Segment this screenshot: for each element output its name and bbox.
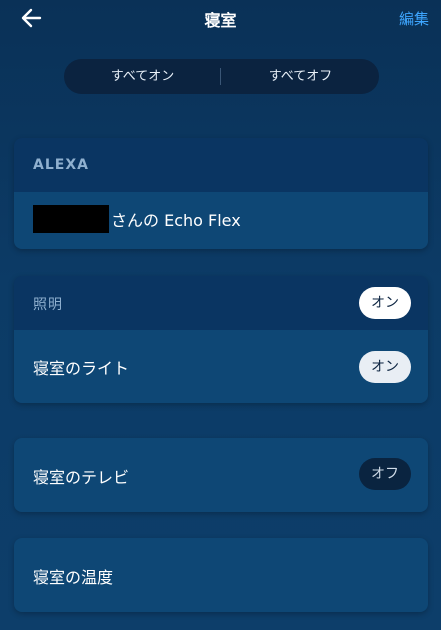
tv-card: 寝室のテレビ オフ <box>14 438 428 512</box>
temperature-card: 寝室の温度 <box>14 538 428 612</box>
redacted-owner-name <box>33 205 109 233</box>
alexa-section-header: ALEXA <box>14 138 428 192</box>
header-bar: 寝室 編集 <box>0 0 441 36</box>
edit-button[interactable]: 編集 <box>399 8 429 29</box>
alexa-card: ALEXA さんの Echo Flex <box>14 138 428 249</box>
bedroom-tv-toggle[interactable]: オフ <box>359 458 411 490</box>
alexa-section-label: ALEXA <box>33 157 89 173</box>
bedroom-tv-name: 寝室のテレビ <box>33 468 130 487</box>
bedroom-light-row[interactable]: 寝室のライト オン <box>14 330 428 403</box>
lighting-section-header: 照明 オン <box>14 276 428 330</box>
echo-flex-device-name: さんの Echo Flex <box>33 205 241 233</box>
segment-divider <box>220 68 221 85</box>
all-on-button[interactable]: すべてオン <box>64 59 221 94</box>
all-toggle-segmented-control: すべてオン すべてオフ <box>64 59 379 94</box>
echo-flex-row[interactable]: さんの Echo Flex <box>14 192 428 249</box>
bedroom-light-name: 寝室のライト <box>33 359 130 378</box>
echo-flex-device-suffix: さんの Echo Flex <box>111 211 241 230</box>
lighting-group-toggle[interactable]: オン <box>359 287 411 319</box>
bedroom-temperature-row[interactable]: 寝室の温度 <box>14 538 428 612</box>
lighting-section-label: 照明 <box>33 297 63 313</box>
all-off-button[interactable]: すべてオフ <box>222 59 379 94</box>
bedroom-light-toggle[interactable]: オン <box>359 351 411 383</box>
page-title: 寝室 <box>204 11 237 30</box>
bedroom-temperature-name: 寝室の温度 <box>33 568 114 587</box>
lighting-card: 照明 オン 寝室のライト オン <box>14 276 428 403</box>
bedroom-tv-row[interactable]: 寝室のテレビ オフ <box>14 438 428 512</box>
